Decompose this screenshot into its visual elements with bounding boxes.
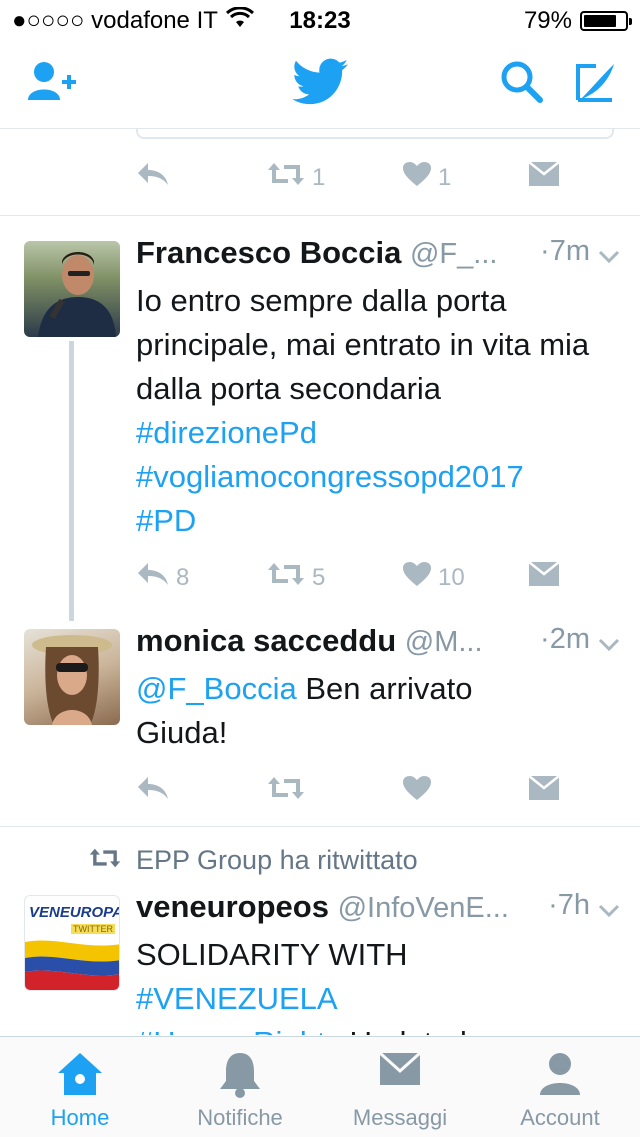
reply-icon	[136, 561, 170, 594]
reply-icon[interactable]	[136, 775, 170, 801]
tab-label: Notifiche	[197, 1105, 283, 1130]
hashtag-link[interactable]: #vogliamocongressopd2017	[136, 455, 616, 499]
search-icon[interactable]	[500, 60, 544, 109]
chevron-down-icon[interactable]	[598, 239, 620, 275]
retweet-icon	[266, 161, 306, 194]
direct-message-icon[interactable]	[528, 161, 560, 187]
chevron-down-icon[interactable]	[598, 627, 620, 663]
tweet-header: monica sacceddu @M... ·2m	[136, 623, 620, 663]
retweet-button[interactable]: 5	[266, 561, 325, 594]
tweet-body: SOLIDARITY WITH	[136, 937, 408, 972]
tweet-actions: 8 5 10	[136, 561, 596, 601]
tab-home[interactable]: Home	[0, 1037, 160, 1137]
like-button[interactable]: 1	[402, 161, 451, 194]
envelope-icon	[320, 1051, 480, 1101]
hashtag-link[interactable]: #VENEZUELA	[136, 977, 616, 1021]
author-name[interactable]: veneuropeos	[136, 889, 329, 924]
timeline-feed[interactable]: 1 1 Francesco Boccia @F_... ·7m Io entro…	[0, 129, 640, 1035]
hashtag-link[interactable]: #direzionePd	[136, 411, 616, 455]
quoted-tweet-card[interactable]	[136, 129, 614, 139]
tweet-time: ·2m	[540, 623, 590, 655]
direct-message-icon[interactable]	[528, 561, 560, 587]
battery-indicator: 79%	[523, 7, 632, 35]
like-button[interactable]: 10	[402, 561, 465, 594]
retweet-button[interactable]: 1	[266, 161, 325, 194]
tweet-time: ·7m	[540, 235, 590, 267]
tweet-text: SOLIDARITY WITH #VENEZUELA #HumanRights …	[136, 933, 616, 1035]
tweet-time: ·7h	[548, 889, 590, 921]
avatar[interactable]	[24, 241, 120, 337]
retweet-icon	[88, 845, 122, 876]
hashtag-link[interactable]: #HumanRights	[136, 1025, 341, 1035]
tweet-separator	[0, 826, 640, 827]
thread-line	[69, 341, 74, 621]
status-bar: ●○○○○ vodafone IT 18:23 79%	[0, 0, 640, 40]
mention-link[interactable]: @F_Boccia	[136, 671, 297, 706]
retweet-icon	[266, 561, 306, 594]
compose-icon[interactable]	[574, 60, 618, 109]
retweeted-by-text: EPP Group ha ritwittato	[136, 845, 418, 875]
tab-label: Account	[520, 1105, 600, 1130]
author-handle[interactable]: @InfoVenE...	[338, 892, 509, 924]
author-name[interactable]: monica sacceddu	[136, 623, 396, 658]
tweet-header: Francesco Boccia @F_... ·7m	[136, 235, 620, 275]
tab-messages[interactable]: Messaggi	[320, 1037, 480, 1137]
avatar-brand: VENEUROPA	[29, 904, 120, 921]
tweet-body: Giuda!	[136, 715, 228, 750]
tab-notifications[interactable]: Notifiche	[160, 1037, 320, 1137]
tab-account[interactable]: Account	[480, 1037, 640, 1137]
battery-icon	[580, 11, 632, 31]
battery-percent: 79%	[523, 7, 572, 34]
tweet-body: Io entro sempre dalla porta principale, …	[136, 283, 590, 406]
add-user-icon[interactable]	[26, 60, 78, 109]
heart-icon	[402, 161, 432, 194]
heart-icon	[402, 561, 432, 594]
reply-count: 8	[176, 563, 190, 591]
tweet-actions	[136, 775, 596, 815]
reply-button[interactable]: 8	[136, 561, 189, 594]
heart-icon[interactable]	[402, 775, 432, 801]
like-count: 10	[438, 563, 465, 591]
tweet-separator	[0, 215, 640, 216]
person-icon	[480, 1051, 640, 1101]
tweet-header: veneuropeos @InfoVenE... ·7h	[136, 889, 620, 929]
avatar[interactable]: VENEUROPA TWITTER	[24, 895, 120, 991]
author-name[interactable]: Francesco Boccia	[136, 235, 401, 270]
retweeted-by-label[interactable]: EPP Group ha ritwittato	[88, 845, 418, 876]
tweet-text: @F_Boccia Ben arrivato Giuda!	[136, 667, 616, 755]
bell-icon	[160, 1051, 320, 1101]
retweet-icon[interactable]	[266, 775, 306, 801]
author-handle[interactable]: @F_...	[410, 238, 497, 270]
avatar-sub: TWITTER	[71, 924, 115, 934]
chevron-down-icon[interactable]	[598, 893, 620, 929]
direct-message-icon[interactable]	[528, 775, 560, 801]
bottom-tab-bar: Home Notifiche Messaggi Account	[0, 1036, 640, 1137]
tweet-body: Ben arrivato	[296, 671, 473, 706]
tab-label: Messaggi	[352, 1105, 448, 1130]
tweet-actions: 1 1	[136, 161, 596, 201]
reply-icon[interactable]	[136, 161, 170, 187]
tweet-body: Updated	[341, 1025, 467, 1035]
tab-label: Home	[50, 1105, 110, 1130]
twitter-bird-icon[interactable]	[292, 58, 348, 111]
tweet-text: Io entro sempre dalla porta principale, …	[136, 279, 616, 543]
hashtag-link[interactable]: #PD	[136, 499, 616, 543]
retweet-count: 5	[312, 563, 326, 591]
author-handle[interactable]: @M...	[405, 626, 483, 658]
retweet-count: 1	[312, 163, 326, 191]
avatar[interactable]	[24, 629, 120, 725]
home-icon	[0, 1051, 160, 1101]
like-count: 1	[438, 163, 452, 191]
top-navigation-bar	[0, 40, 640, 129]
